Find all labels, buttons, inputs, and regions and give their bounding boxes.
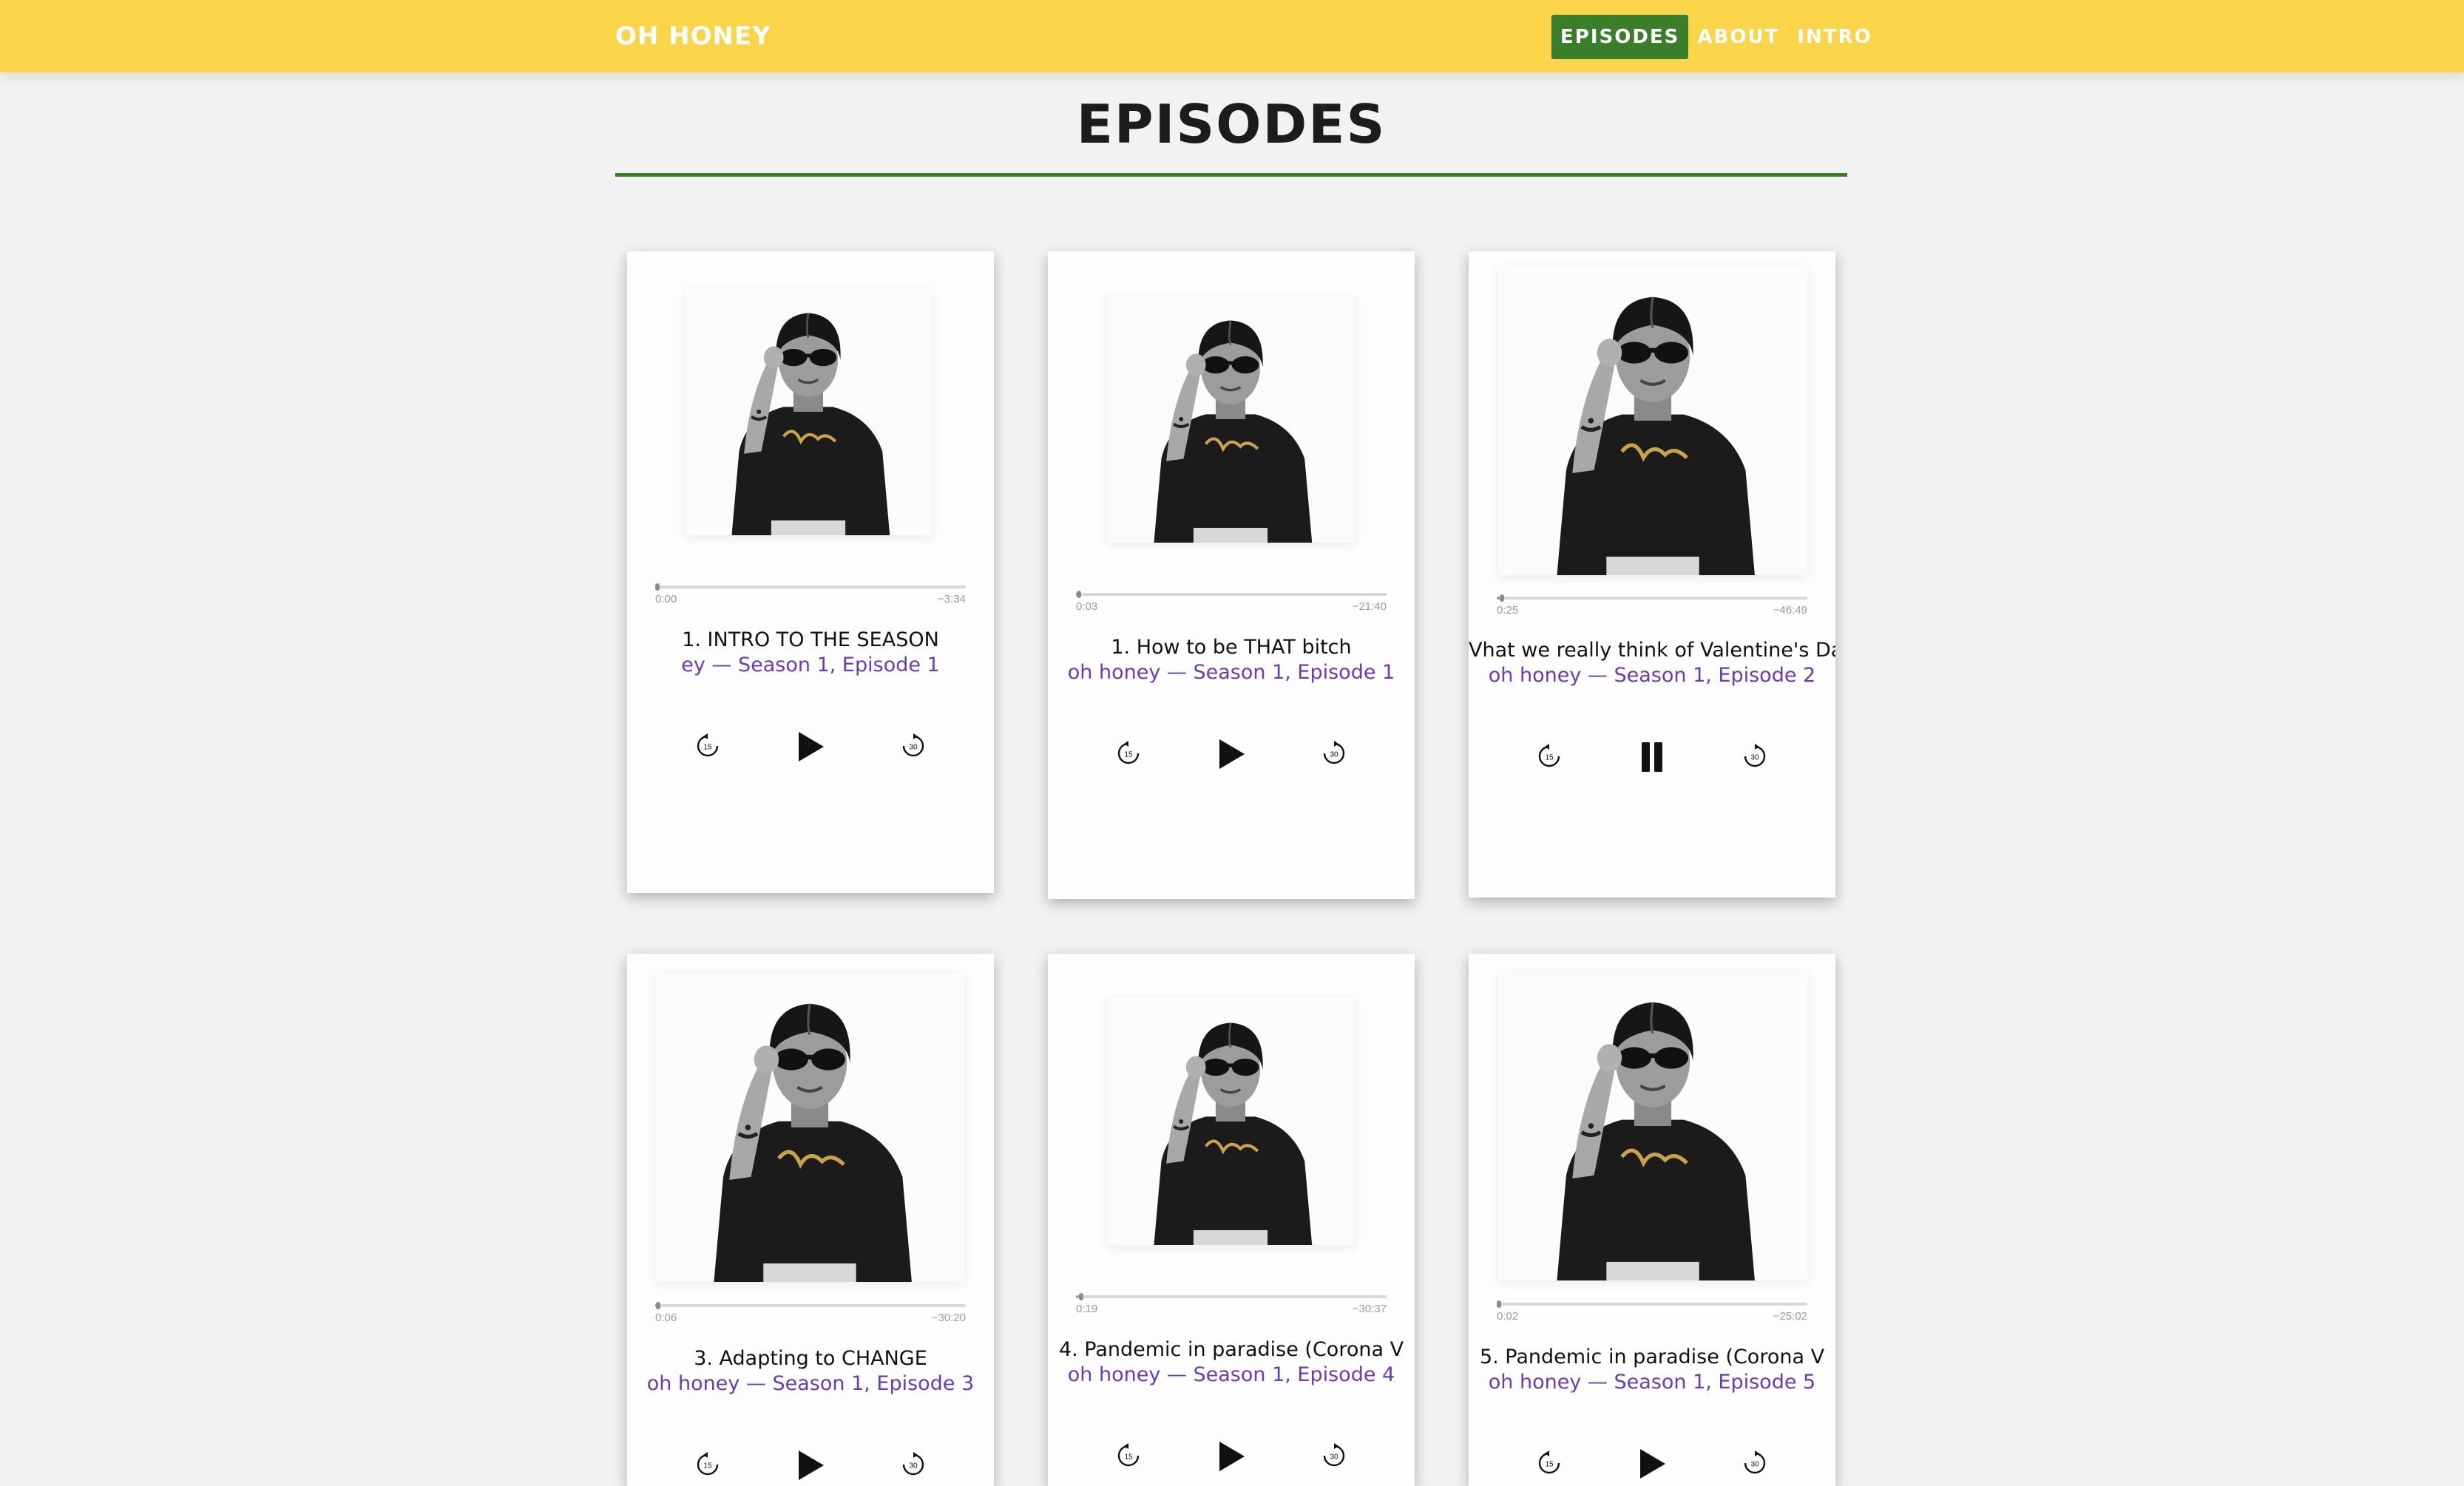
svg-text:15: 15 xyxy=(703,1462,712,1470)
svg-text:30: 30 xyxy=(1750,754,1759,762)
nav-intro[interactable]: INTRO xyxy=(1788,15,1881,59)
podcast-artwork xyxy=(1498,971,1807,1280)
forward-30-icon[interactable]: 30 xyxy=(901,1452,926,1481)
svg-text:15: 15 xyxy=(1545,754,1554,762)
remaining-time: −46:49 xyxy=(1773,604,1807,617)
episode-subtitle: oh honey — Season 1, Episode 4 xyxy=(1067,1363,1395,1386)
podcast-artwork xyxy=(1107,296,1354,543)
forward-30-icon[interactable]: 30 xyxy=(1321,1443,1347,1472)
progress-bar[interactable] xyxy=(1076,1293,1387,1300)
svg-text:30: 30 xyxy=(1750,1461,1759,1469)
rewind-15-icon[interactable]: 15 xyxy=(1116,1443,1141,1472)
progress-handle[interactable] xyxy=(1076,591,1081,598)
progress-bar[interactable] xyxy=(1497,594,1807,602)
rewind-15-icon[interactable]: 15 xyxy=(695,733,720,762)
episode-subtitle: oh honey — Season 1, Episode 2 xyxy=(1488,664,1816,687)
elapsed-time: 0:00 xyxy=(655,593,677,605)
episode-subtitle: ey — Season 1, Episode 1 xyxy=(681,654,940,676)
page-title: EPISODES xyxy=(1076,93,1387,155)
episode-card: 0:00 −3:34 1. INTRO TO THE SEASON ey — Seas… xyxy=(627,251,994,893)
episode-title: 3. Adapting to CHANGE xyxy=(694,1347,927,1370)
svg-text:15: 15 xyxy=(1124,1453,1133,1462)
progress-handle[interactable] xyxy=(656,1302,661,1309)
episode-title: 1. INTRO TO THE SEASON xyxy=(682,628,939,651)
pause-icon[interactable] xyxy=(1636,739,1668,778)
episode-card: 0:19 −30:37 4. Pandemic in paradise (Coron… xyxy=(1048,954,1415,1486)
progress-bar[interactable] xyxy=(655,583,966,591)
play-icon[interactable] xyxy=(1636,1446,1668,1485)
forward-30-icon[interactable]: 30 xyxy=(901,733,926,762)
elapsed-time: 0:19 xyxy=(1076,1303,1098,1315)
title-divider xyxy=(615,173,1847,177)
elapsed-time: 0:03 xyxy=(1076,600,1098,613)
episode-card: 0:06 −30:20 3. Adapting to CHANGE oh honey … xyxy=(627,954,994,1486)
progress-handle[interactable] xyxy=(1079,1293,1084,1300)
elapsed-time: 0:25 xyxy=(1497,604,1519,617)
progress-bar[interactable] xyxy=(655,1302,966,1309)
rewind-15-icon[interactable]: 15 xyxy=(1116,741,1141,770)
forward-30-icon[interactable]: 30 xyxy=(1742,744,1767,773)
remaining-time: −21:40 xyxy=(1352,600,1387,613)
play-icon[interactable] xyxy=(794,1448,827,1486)
progress-handle[interactable] xyxy=(1499,594,1504,602)
episode-subtitle: oh honey — Season 1, Episode 5 xyxy=(1488,1371,1816,1394)
site-brand[interactable]: OH HONEY xyxy=(615,18,771,55)
episode-subtitle: oh honey — Season 1, Episode 1 xyxy=(1067,661,1395,684)
episode-card: 0:25 −46:49 Vhat we really think of Valent… xyxy=(1469,251,1835,898)
top-navbar: OH HONEY EPISODES ABOUT INTRO xyxy=(0,0,2464,72)
remaining-time: −30:37 xyxy=(1352,1303,1387,1315)
progress-bar[interactable] xyxy=(1497,1300,1807,1308)
play-icon[interactable] xyxy=(794,729,827,768)
svg-text:30: 30 xyxy=(1330,751,1338,759)
progress-bar[interactable] xyxy=(1076,591,1387,598)
svg-text:15: 15 xyxy=(1124,751,1133,759)
episode-subtitle: oh honey — Season 1, Episode 3 xyxy=(646,1372,975,1395)
svg-text:15: 15 xyxy=(1545,1461,1554,1469)
remaining-time: −25:02 xyxy=(1773,1310,1807,1323)
main-nav: EPISODES ABOUT INTRO xyxy=(1551,15,1881,59)
rewind-15-icon[interactable]: 15 xyxy=(695,1452,720,1481)
progress-handle[interactable] xyxy=(1497,1300,1502,1308)
podcast-artwork xyxy=(1498,266,1807,575)
nav-episodes[interactable]: EPISODES xyxy=(1551,15,1689,59)
elapsed-time: 0:02 xyxy=(1497,1310,1519,1323)
episode-title: 1. How to be THAT bitch xyxy=(1111,636,1352,659)
episode-title: 5. Pandemic in paradise (Corona V xyxy=(1479,1346,1825,1368)
episode-card: 0:03 −21:40 1. How to be THAT bitch oh hone… xyxy=(1048,251,1415,899)
remaining-time: −30:20 xyxy=(931,1312,966,1324)
forward-30-icon[interactable]: 30 xyxy=(1742,1451,1767,1479)
forward-30-icon[interactable]: 30 xyxy=(1321,741,1347,770)
episode-card: 0:02 −25:02 5. Pandemic in paradise (Coron… xyxy=(1469,954,1835,1486)
podcast-artwork xyxy=(1107,998,1354,1245)
remaining-time: −3:34 xyxy=(938,593,966,605)
rewind-15-icon[interactable]: 15 xyxy=(1537,744,1562,773)
play-icon[interactable] xyxy=(1215,736,1248,776)
progress-handle[interactable] xyxy=(655,583,660,591)
svg-text:15: 15 xyxy=(703,744,712,752)
podcast-artwork xyxy=(655,973,964,1282)
episode-title: Vhat we really think of Valentine's Da xyxy=(1469,639,1835,662)
play-icon[interactable] xyxy=(1215,1439,1248,1478)
svg-text:30: 30 xyxy=(909,744,918,752)
svg-text:30: 30 xyxy=(1330,1453,1338,1462)
episode-title: 4. Pandemic in paradise (Corona V xyxy=(1058,1338,1404,1361)
svg-text:30: 30 xyxy=(909,1462,918,1470)
podcast-artwork xyxy=(685,288,932,535)
rewind-15-icon[interactable]: 15 xyxy=(1537,1451,1562,1479)
nav-about[interactable]: ABOUT xyxy=(1688,15,1788,59)
elapsed-time: 0:06 xyxy=(655,1312,677,1324)
